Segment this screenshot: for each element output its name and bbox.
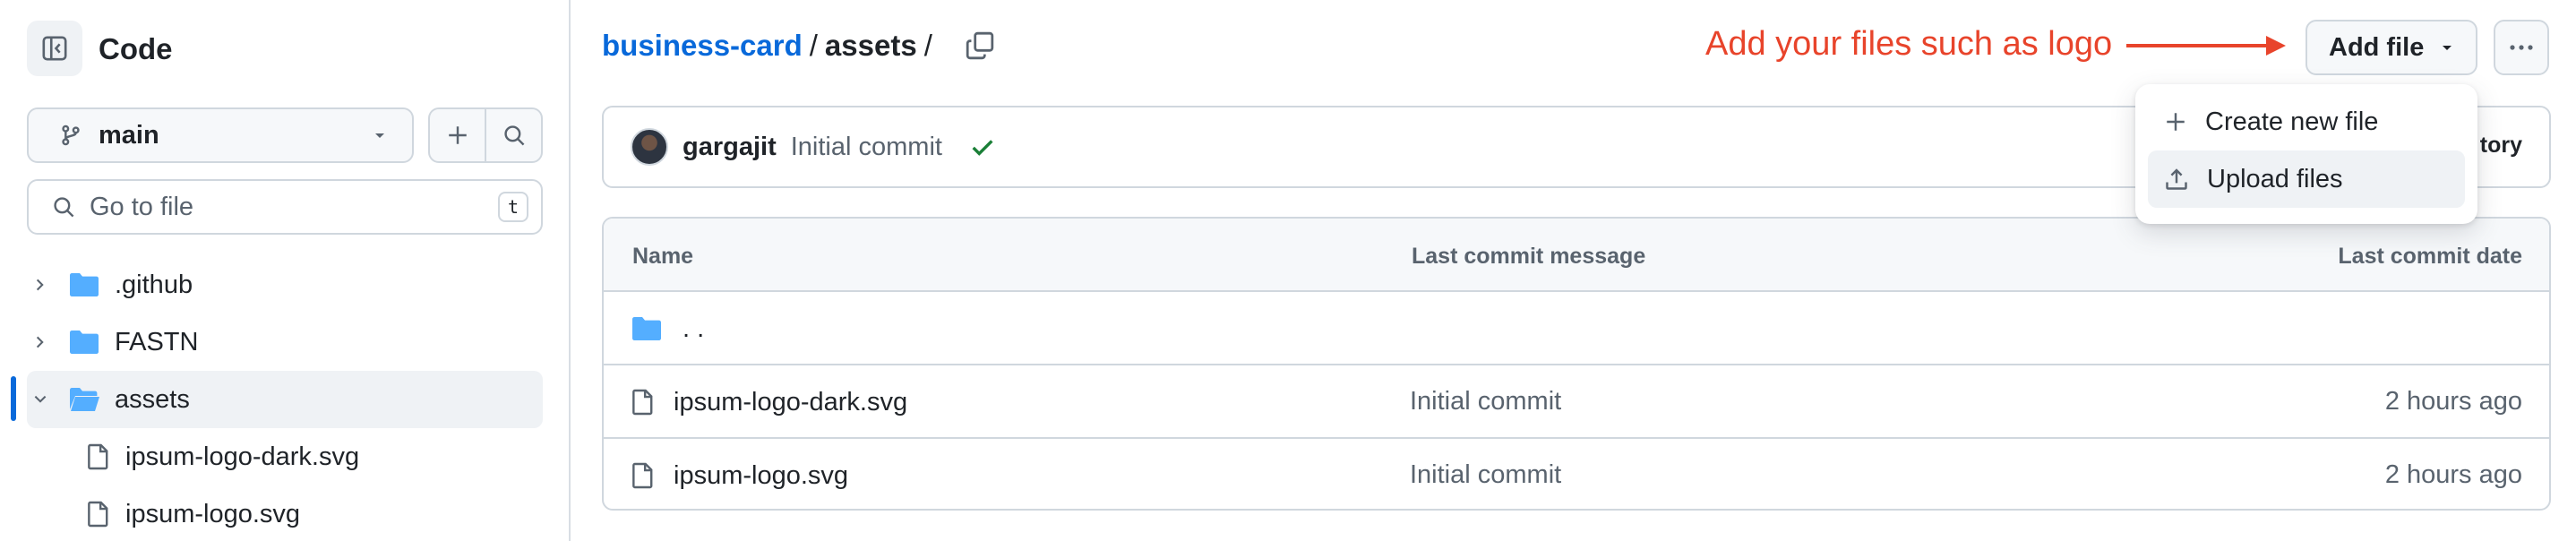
row-commit-date: 2 hours ago [2384,387,2522,416]
tree-actions [428,107,543,163]
column-header-message: Last commit message [1412,244,1646,269]
file-icon [88,443,108,470]
sidebar-collapse-icon [42,36,67,61]
row-commit-message[interactable]: Initial commit [1410,460,1561,490]
keyboard-shortcut-hint: t [498,192,528,222]
folder-icon [70,331,99,354]
tree-item-label: FASTN [115,327,199,356]
go-to-file-placeholder: Go to file [90,192,194,221]
breadcrumb-repo-link[interactable]: business-card [602,29,803,63]
create-new-file-item[interactable]: Create new file [2148,93,2465,150]
breadcrumb-separator: / [923,29,932,62]
go-to-file-input[interactable]: Go to file t [27,179,543,235]
parent-directory-row[interactable]: . . [604,292,2549,365]
search-icon [503,125,524,146]
parent-directory-label: . . [683,313,705,343]
tree-item-label: ipsum-logo-dark.svg [125,442,360,471]
menu-item-label: Create new file [2205,107,2379,136]
folder-icon [70,273,99,296]
commit-message[interactable]: Initial commit [791,133,942,162]
file-name: ipsum-logo-dark.svg [674,387,908,416]
tree-item-assets[interactable]: assets [27,371,543,428]
table-header: Name Last commit message Last commit dat… [604,219,2549,292]
history-link[interactable]: tory [2480,133,2522,159]
column-header-date: Last commit date [2338,244,2522,269]
add-file-tree-button[interactable] [430,109,485,161]
search-tree-button[interactable] [485,109,541,161]
git-branch-icon [62,125,80,146]
file-name: ipsum-logo.svg [674,460,849,490]
file-link[interactable]: ipsum-logo-dark.svg [631,365,907,439]
add-file-menu: Create new file Upload files [2135,84,2477,224]
tree-item-label: .github [115,270,193,299]
file-icon [632,389,653,416]
tree-item-ipsum-logo[interactable]: ipsum-logo.svg [27,485,543,541]
plus-icon [2167,113,2185,131]
annotation-arrow [2126,36,2286,56]
collapse-sidebar-button[interactable] [27,21,82,76]
chevron-right-icon [36,336,44,348]
add-file-label: Add file [2329,32,2425,62]
copy-icon [966,31,994,60]
branch-selector[interactable]: main [27,107,414,163]
tree-item-label: assets [115,384,190,414]
more-options-button[interactable] [2494,20,2549,75]
caret-down-icon [2443,46,2451,50]
column-header-name: Name [632,244,694,269]
check-icon [972,140,993,156]
plus-icon [448,126,467,144]
active-item-indicator [11,376,16,421]
kebab-horizontal-icon [2510,45,2533,50]
file-tree-sidebar: Code main Go to file t .github FASTN ass… [0,0,571,541]
file-table: Name Last commit message Last commit dat… [602,217,2551,511]
sidebar-title: Code [99,32,173,65]
branch-name: main [99,120,159,150]
table-row[interactable]: ipsum-logo-dark.svg Initial commit 2 hou… [604,365,2549,439]
tree-item-ipsum-logo-dark[interactable]: ipsum-logo-dark.svg [27,428,543,485]
parent-directory-link[interactable]: . . [631,292,704,365]
menu-item-label: Upload files [2207,164,2343,193]
folder-icon [632,317,661,340]
breadcrumb: business-card / assets / [602,29,995,63]
check-status[interactable] [969,133,996,160]
tree-item-label: ipsum-logo.svg [125,499,301,528]
tree-item-github[interactable]: .github [27,256,543,313]
table-row[interactable]: ipsum-logo.svg Initial commit 2 hours ag… [604,439,2549,509]
avatar[interactable] [631,128,668,166]
upload-files-item[interactable]: Upload files [2148,150,2465,208]
file-icon [632,462,653,489]
tree-item-fastn[interactable]: FASTN [27,313,543,371]
annotation-text: Add your files such as logo [1705,25,2113,63]
commit-author[interactable]: gargajit [683,133,777,162]
row-commit-message[interactable]: Initial commit [1410,387,1561,416]
file-icon [88,501,108,528]
folder-open-icon [70,388,99,411]
breadcrumb-separator: / [809,29,818,62]
upload-icon [2166,168,2187,190]
copy-path-button[interactable] [965,30,995,61]
chevron-right-icon [36,279,44,291]
add-file-button[interactable]: Add file [2306,20,2477,75]
chevron-down-icon [34,395,47,403]
row-commit-date: 2 hours ago [2384,460,2522,489]
breadcrumb-current-folder: assets [824,29,917,62]
search-icon [54,197,74,218]
caret-down-icon [375,133,384,138]
file-link[interactable]: ipsum-logo.svg [631,439,849,509]
